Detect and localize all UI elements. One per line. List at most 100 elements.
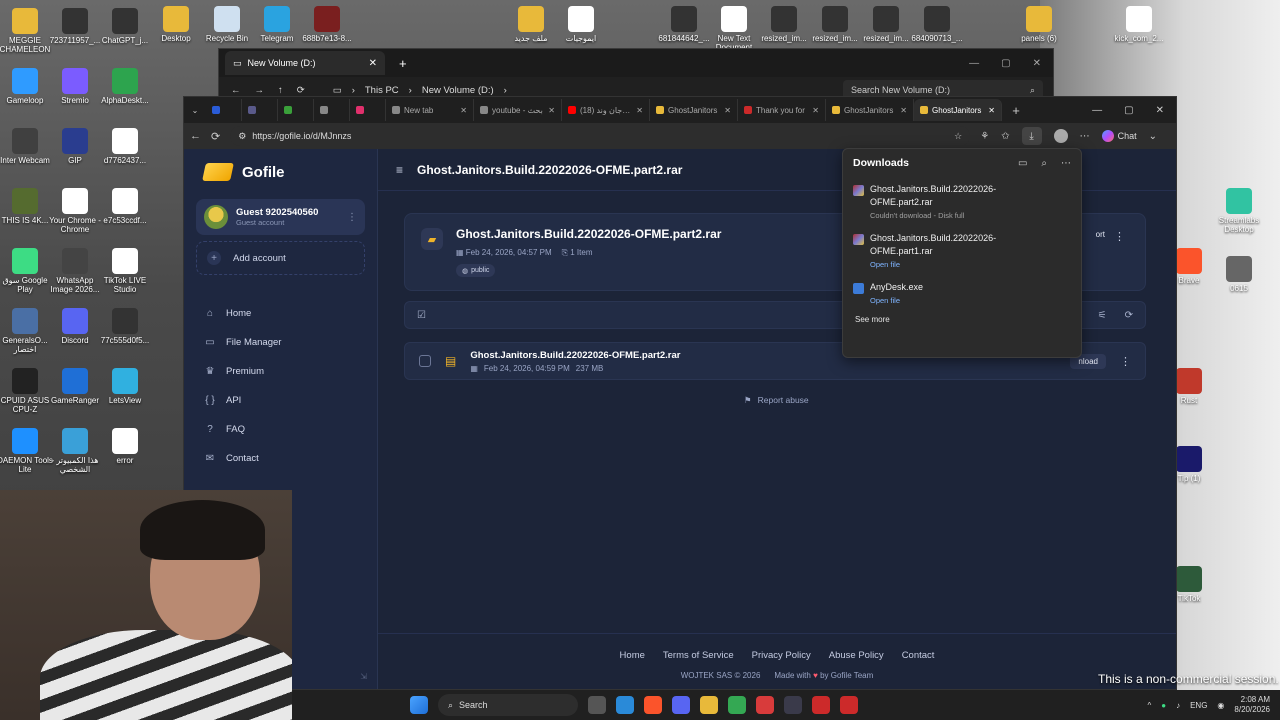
chevron-up-icon[interactable]: ^ <box>1147 701 1151 710</box>
download-item[interactable]: Ghost.Janitors.Build.22022026-OFME.part1… <box>843 226 1081 275</box>
mic-icon[interactable]: ♪ <box>1176 701 1180 710</box>
close-tab-icon[interactable]: ✕ <box>548 106 555 115</box>
footer-link[interactable]: Privacy Policy <box>752 650 811 661</box>
desktop-icon[interactable]: d7762437... <box>96 128 154 165</box>
close-tab-icon[interactable]: ✕ <box>900 106 907 115</box>
network-status-icon[interactable]: ● <box>1161 701 1166 710</box>
desktop-icon[interactable]: panels (6) <box>1010 6 1068 43</box>
folder-action-button[interactable]: ort <box>1096 230 1105 239</box>
desktop-icon[interactable]: 77c555d0f5... <box>96 308 154 345</box>
report-abuse-link[interactable]: ⚑ Report abuse <box>744 395 809 406</box>
desktop-icon[interactable]: 0615 <box>1210 256 1268 293</box>
tab-active[interactable]: GhostJanitors ✕ <box>914 99 1002 121</box>
sidebar-item-api[interactable]: { } API <box>184 386 377 415</box>
browser-tab[interactable]: GhostJanitors ✕ <box>650 99 738 121</box>
explorer-tab[interactable]: ▭ New Volume (D:) ✕ <box>225 51 385 75</box>
account-card[interactable]: Guest 9202540560 Guest account ⋮ <box>196 199 365 235</box>
desktop-icon[interactable]: resized_im... <box>755 6 813 43</box>
footer-link[interactable]: Home <box>620 650 645 661</box>
site-info-icon[interactable]: ⚙ <box>238 131 246 142</box>
favorite-star-icon[interactable]: ☆ <box>954 131 962 142</box>
open-file-link[interactable]: Open file <box>870 296 1020 305</box>
open-folder-icon[interactable]: ▭ <box>1018 158 1027 169</box>
footer-link[interactable]: Terms of Service <box>663 650 734 661</box>
forward-icon[interactable]: → <box>255 85 265 96</box>
windows-start-icon[interactable] <box>410 696 428 714</box>
close-tab-icon[interactable]: ✕ <box>460 106 467 115</box>
close-icon[interactable]: ✕ <box>1156 105 1164 116</box>
desktop-icon[interactable]: ChatGPT_j... <box>96 8 154 45</box>
close-tab-icon[interactable]: ✕ <box>812 106 819 115</box>
tab-actions-icon[interactable]: ⌄ <box>184 106 206 115</box>
search-icon[interactable]: ⌕ <box>1041 158 1047 169</box>
close-tab-icon[interactable]: ✕ <box>724 106 731 115</box>
more-icon[interactable]: ⋯ <box>1061 158 1071 169</box>
refresh-icon[interactable]: ⟳ <box>1125 310 1133 321</box>
browser-tab[interactable]: New tab ✕ <box>386 99 474 121</box>
breadcrumb-this-pc[interactable]: This PC <box>365 85 399 96</box>
extensions-icon[interactable]: ⚘ <box>980 131 989 142</box>
desktop-icon[interactable]: TikTok LIVE Studio <box>96 248 154 294</box>
close-tab-icon[interactable]: ✕ <box>988 106 995 115</box>
brave-icon[interactable] <box>644 696 662 714</box>
row-checkbox[interactable] <box>419 355 431 367</box>
taskbar-search[interactable]: ⌕ Search <box>438 694 578 716</box>
select-all-checkbox[interactable]: ☑ <box>417 310 426 321</box>
edge-icon[interactable] <box>616 696 634 714</box>
app-red-2-icon[interactable] <box>812 696 830 714</box>
maximize-icon[interactable]: ▢ <box>1001 58 1010 69</box>
close-tab-icon[interactable]: ✕ <box>636 106 643 115</box>
browser-tab[interactable] <box>206 99 242 121</box>
close-icon[interactable]: ✕ <box>1033 58 1041 69</box>
download-item[interactable]: AnyDesk.exe Open file <box>843 275 1081 311</box>
folder-menu-icon[interactable]: ⋮ <box>1114 230 1125 243</box>
desktop-icon[interactable]: ايموجيات <box>552 6 610 43</box>
desktop-icon[interactable]: resized_im... <box>806 6 864 43</box>
refresh-icon[interactable]: ⟳ <box>297 85 305 96</box>
desktop-icon[interactable]: e7c53ccdf... <box>96 188 154 225</box>
favorites-icon[interactable]: ✩ <box>1001 131 1009 142</box>
address-bar[interactable]: ⚙ https://gofile.io/d/MJnnzs ☆ <box>230 126 971 146</box>
task-view-icon[interactable] <box>588 696 606 714</box>
back-icon[interactable]: ← <box>190 130 201 142</box>
language-indicator[interactable]: ENG <box>1190 701 1207 710</box>
footer-link[interactable]: Abuse Policy <box>829 650 884 661</box>
file-menu-icon[interactable]: ⋮ <box>1120 355 1131 368</box>
breadcrumb-drive[interactable]: New Volume (D:) <box>422 85 494 96</box>
sidebar-item-home[interactable]: ⌂ Home <box>184 299 377 328</box>
browser-tab[interactable] <box>314 99 350 121</box>
desktop-icon[interactable]: Desktop <box>147 6 205 43</box>
sidebar-item-file-manager[interactable]: ▭ File Manager <box>184 328 377 357</box>
discord-icon[interactable] <box>672 696 690 714</box>
more-menu-icon[interactable]: ⋯ <box>1080 131 1090 142</box>
profile-avatar[interactable] <box>1053 129 1068 143</box>
desktop-icon[interactable]: error <box>96 428 154 465</box>
browser-tab[interactable]: (18) مهرجان وند ✕ <box>562 99 650 121</box>
add-account-button[interactable]: + Add account <box>196 241 365 275</box>
desktop-icon[interactable]: resized_im... <box>857 6 915 43</box>
browser-tab[interactable]: Thank you for ✕ <box>738 99 826 121</box>
maximize-icon[interactable]: ▢ <box>1124 105 1133 116</box>
app-red-icon[interactable] <box>756 696 774 714</box>
downloads-button[interactable]: ⤓ <box>1021 127 1042 145</box>
file-explorer-icon[interactable] <box>700 696 718 714</box>
browser-tab[interactable]: GhostJanitors ✕ <box>826 99 914 121</box>
desktop-icon[interactable]: AlphaDeskt... <box>96 68 154 105</box>
desktop-icon[interactable]: kick_com_2... <box>1110 6 1168 43</box>
footer-link[interactable]: Contact <box>902 650 935 661</box>
browser-tab[interactable] <box>350 99 386 121</box>
account-menu-icon[interactable]: ⋮ <box>347 212 357 223</box>
sidebar-item-premium[interactable]: ♛ Premium <box>184 357 377 386</box>
sidebar-item-contact[interactable]: ✉ Contact <box>184 444 377 473</box>
chevron-down-icon[interactable]: ⌄ <box>1149 131 1157 142</box>
minimize-icon[interactable]: — <box>1092 105 1102 116</box>
new-tab-icon[interactable]: + <box>1006 103 1026 118</box>
clock[interactable]: 2:08 AM 8/20/2026 <box>1234 695 1270 715</box>
desktop-icon[interactable]: LetsView <box>96 368 154 405</box>
sidebar-item-faq[interactable]: ? FAQ <box>184 415 377 444</box>
app-red-3-icon[interactable] <box>840 696 858 714</box>
open-file-link[interactable]: Open file <box>870 260 1020 269</box>
chrome-icon[interactable] <box>728 696 746 714</box>
browser-tab[interactable] <box>242 99 278 121</box>
back-icon[interactable]: ← <box>231 85 241 96</box>
